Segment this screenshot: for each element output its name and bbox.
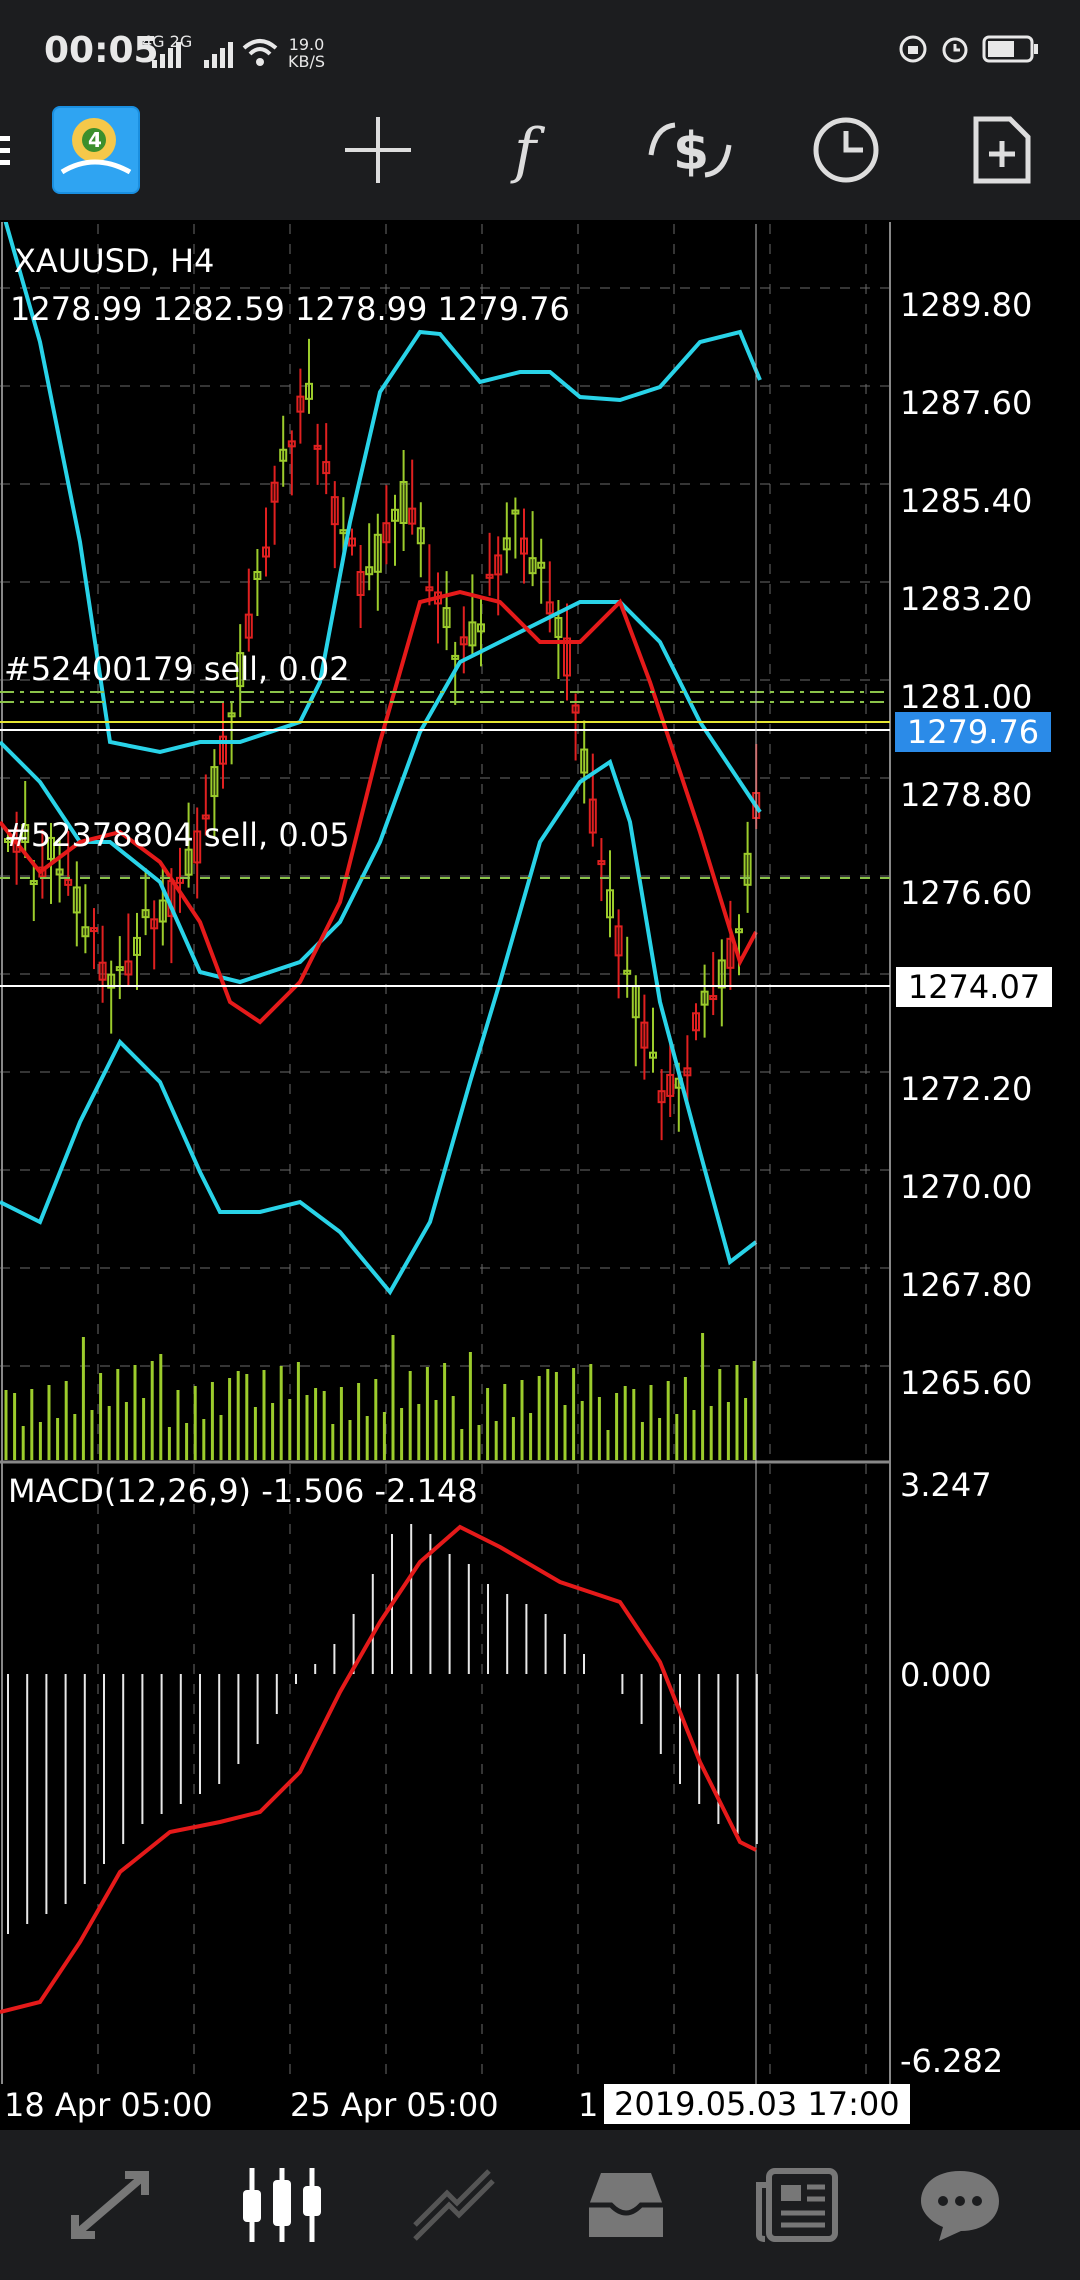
menu-icon[interactable] (0, 80, 40, 220)
macd-label: MACD(12,26,9) -1.506 -2.148 (8, 1472, 478, 1510)
svg-text:f: f (510, 116, 546, 185)
time-label-2: 25 Apr 05:00 (290, 2086, 499, 2124)
time-label-3: 1 (578, 2086, 599, 2124)
new-template-icon[interactable] (942, 80, 1062, 220)
signal-icon (152, 42, 233, 68)
price-axis-label: 1283.20 (900, 580, 1033, 618)
wifi-icon (242, 39, 278, 66)
crosshair-price-label: 1274.07 (895, 966, 1053, 1008)
quotes-icon[interactable] (20, 2130, 200, 2280)
svg-text:4: 4 (88, 128, 102, 152)
bid-price-label: 1279.76 (895, 712, 1051, 752)
trade-nav-icon[interactable] (364, 2130, 544, 2280)
price-axis-label: 1278.80 (900, 776, 1033, 814)
chat-icon[interactable] (870, 2130, 1050, 2280)
status-icons (898, 34, 1040, 64)
toolbar: 4 f $ (0, 80, 1080, 220)
crosshair-time-label: 2019.05.03 17:00 (604, 2084, 910, 2124)
price-axis-label: 1285.40 (900, 482, 1033, 520)
price-chart[interactable]: XAUUSD, H4 1278.99 1282.59 1278.99 1279.… (0, 222, 1080, 2130)
macd-axis-zero: 0.000 (900, 1656, 992, 1694)
price-axis-label: 1265.60 (900, 1364, 1033, 1402)
svg-text:$: $ (673, 122, 709, 182)
trade-icon[interactable]: $ (630, 80, 750, 220)
history-icon[interactable] (536, 2130, 716, 2280)
price-axis-label: 1270.00 (900, 1168, 1033, 1206)
macd-axis-top: 3.247 (900, 1466, 992, 1504)
status-bar: 00:05 4G 2G 19.0 KB/S (0, 0, 1080, 80)
lock-rotation-icon (899, 35, 927, 63)
price-axis-label: 1267.80 (900, 1266, 1033, 1304)
crosshair-icon[interactable] (318, 80, 438, 220)
price-axis-label: 1281.00 (900, 678, 1033, 716)
price-axis-label: 1272.20 (900, 1070, 1033, 1108)
metatrader-app-icon[interactable]: 4 (36, 80, 156, 220)
order-label-2[interactable]: #52378804 sell, 0.05 (4, 816, 350, 854)
order-label-1[interactable]: #52400179 sell, 0.02 (4, 650, 350, 688)
bottom-nav (0, 2130, 1080, 2280)
time-label-1: 18 Apr 05:00 (4, 2086, 213, 2124)
alarm-icon (942, 37, 968, 63)
macd-axis-bottom: -6.282 (900, 2042, 1004, 2080)
battery-icon (982, 35, 1038, 63)
chart-symbol: XAUUSD, H4 (14, 242, 215, 280)
price-axis-label: 1276.60 (900, 874, 1033, 912)
macd-signal-line (0, 1524, 757, 2014)
chart-ohlc: 1278.99 1282.59 1278.99 1279.76 (10, 290, 570, 328)
network-speed: 19.0 KB/S (288, 35, 326, 71)
news-icon[interactable] (708, 2130, 888, 2280)
price-axis-label: 1289.80 (900, 286, 1033, 324)
timeframe-clock-icon[interactable] (786, 80, 906, 220)
chart-icon[interactable] (192, 2130, 372, 2280)
indicators-icon[interactable]: f (474, 80, 594, 220)
price-axis-label: 1287.60 (900, 384, 1033, 422)
